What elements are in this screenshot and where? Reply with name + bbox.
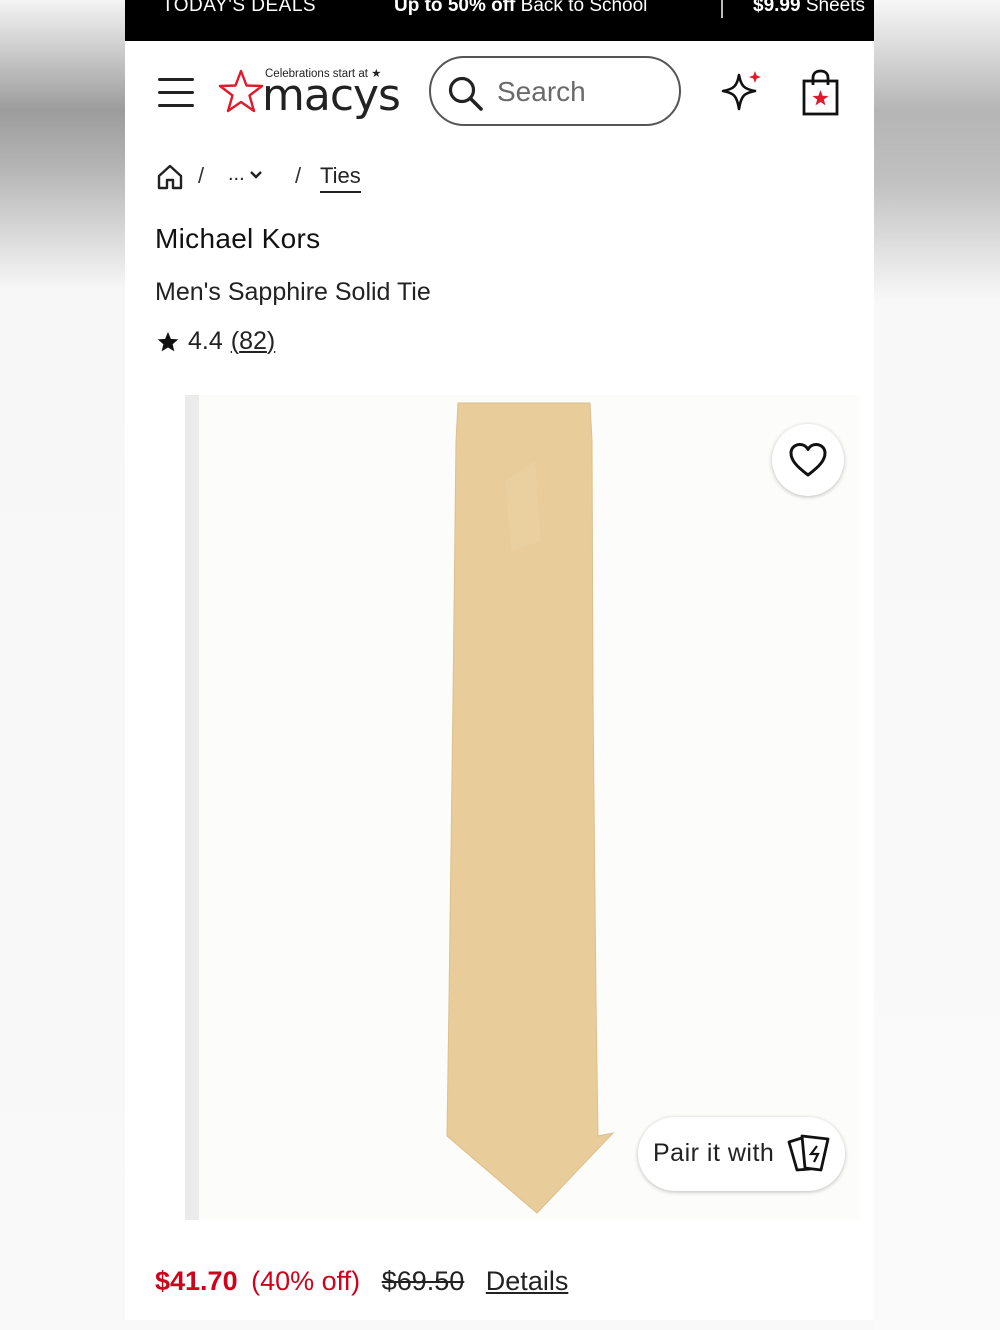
product-image-gallery[interactable] <box>185 395 860 1220</box>
review-count-number: 82 <box>239 327 267 355</box>
tie-product-image <box>446 402 615 1214</box>
price-row: $41.70 (40% off) $69.50 Details <box>155 1266 568 1297</box>
site-header: Celebrations start at ★ macys <box>125 41 874 141</box>
promo-sheets[interactable]: $9.99 Sheets <box>753 0 865 17</box>
chevron-down-icon <box>249 170 262 179</box>
review-count-open: ( <box>230 327 240 355</box>
promo-divider <box>721 0 723 18</box>
price-details-link[interactable]: Details <box>486 1266 569 1296</box>
promo-back-to-school-rest: Back to School <box>515 0 648 16</box>
promo-sheets-rest: Sheets <box>800 0 865 16</box>
product-rating[interactable]: 4.4 (82) <box>156 327 275 356</box>
promo-bar[interactable]: TODAY'S DEALS Up to 50% off Back to Scho… <box>125 0 874 41</box>
logo-wordmark: macys <box>262 70 401 121</box>
home-icon[interactable] <box>156 163 184 191</box>
product-brand[interactable]: Michael Kors <box>155 223 320 255</box>
shopping-bag-icon[interactable] <box>801 69 841 117</box>
search-box[interactable] <box>429 56 681 126</box>
star-icon <box>157 331 179 351</box>
original-price: $69.50 <box>381 1266 465 1296</box>
heart-icon <box>789 443 827 477</box>
review-count[interactable]: (82) <box>231 327 275 356</box>
sparkle-icon[interactable] <box>717 69 765 117</box>
breadcrumb-ellipsis: ... <box>228 163 245 185</box>
search-input[interactable] <box>495 72 669 112</box>
pair-it-with-button[interactable]: Pair it with <box>638 1117 845 1191</box>
product-name: Men's Sapphire Solid Tie <box>155 278 431 306</box>
breadcrumb-separator: / <box>198 163 205 188</box>
rating-value: 4.4 <box>188 327 223 355</box>
gallery-edge <box>185 395 199 1220</box>
promo-todays-deals[interactable]: TODAY'S DEALS <box>162 0 316 17</box>
background-right <box>874 0 1000 1330</box>
promo-sheets-bold: $9.99 <box>753 0 801 16</box>
menu-icon[interactable] <box>158 78 194 108</box>
search-icon <box>448 76 483 111</box>
breadcrumb-more[interactable]: ... <box>228 163 263 186</box>
phone-screen: TODAY'S DEALS Up to 50% off Back to Scho… <box>125 0 874 1320</box>
promo-back-to-school[interactable]: Up to 50% off Back to School <box>394 0 647 17</box>
breadcrumb-separator: / <box>295 163 302 188</box>
cards-icon <box>787 1134 830 1172</box>
discount-percent: (40% off) <box>251 1266 361 1296</box>
promo-back-to-school-bold: Up to 50% off <box>394 0 516 16</box>
sale-price: $41.70 <box>155 1266 238 1296</box>
favorite-button[interactable] <box>772 424 844 496</box>
breadcrumb-ties[interactable]: Ties <box>320 163 361 193</box>
breadcrumb: / ... / Ties <box>125 159 874 209</box>
star-logo-icon <box>218 69 264 113</box>
pair-it-with-label: Pair it with <box>653 1139 775 1167</box>
review-count-close: ) <box>266 327 276 355</box>
macys-logo[interactable]: Celebrations start at ★ macys <box>218 66 408 121</box>
